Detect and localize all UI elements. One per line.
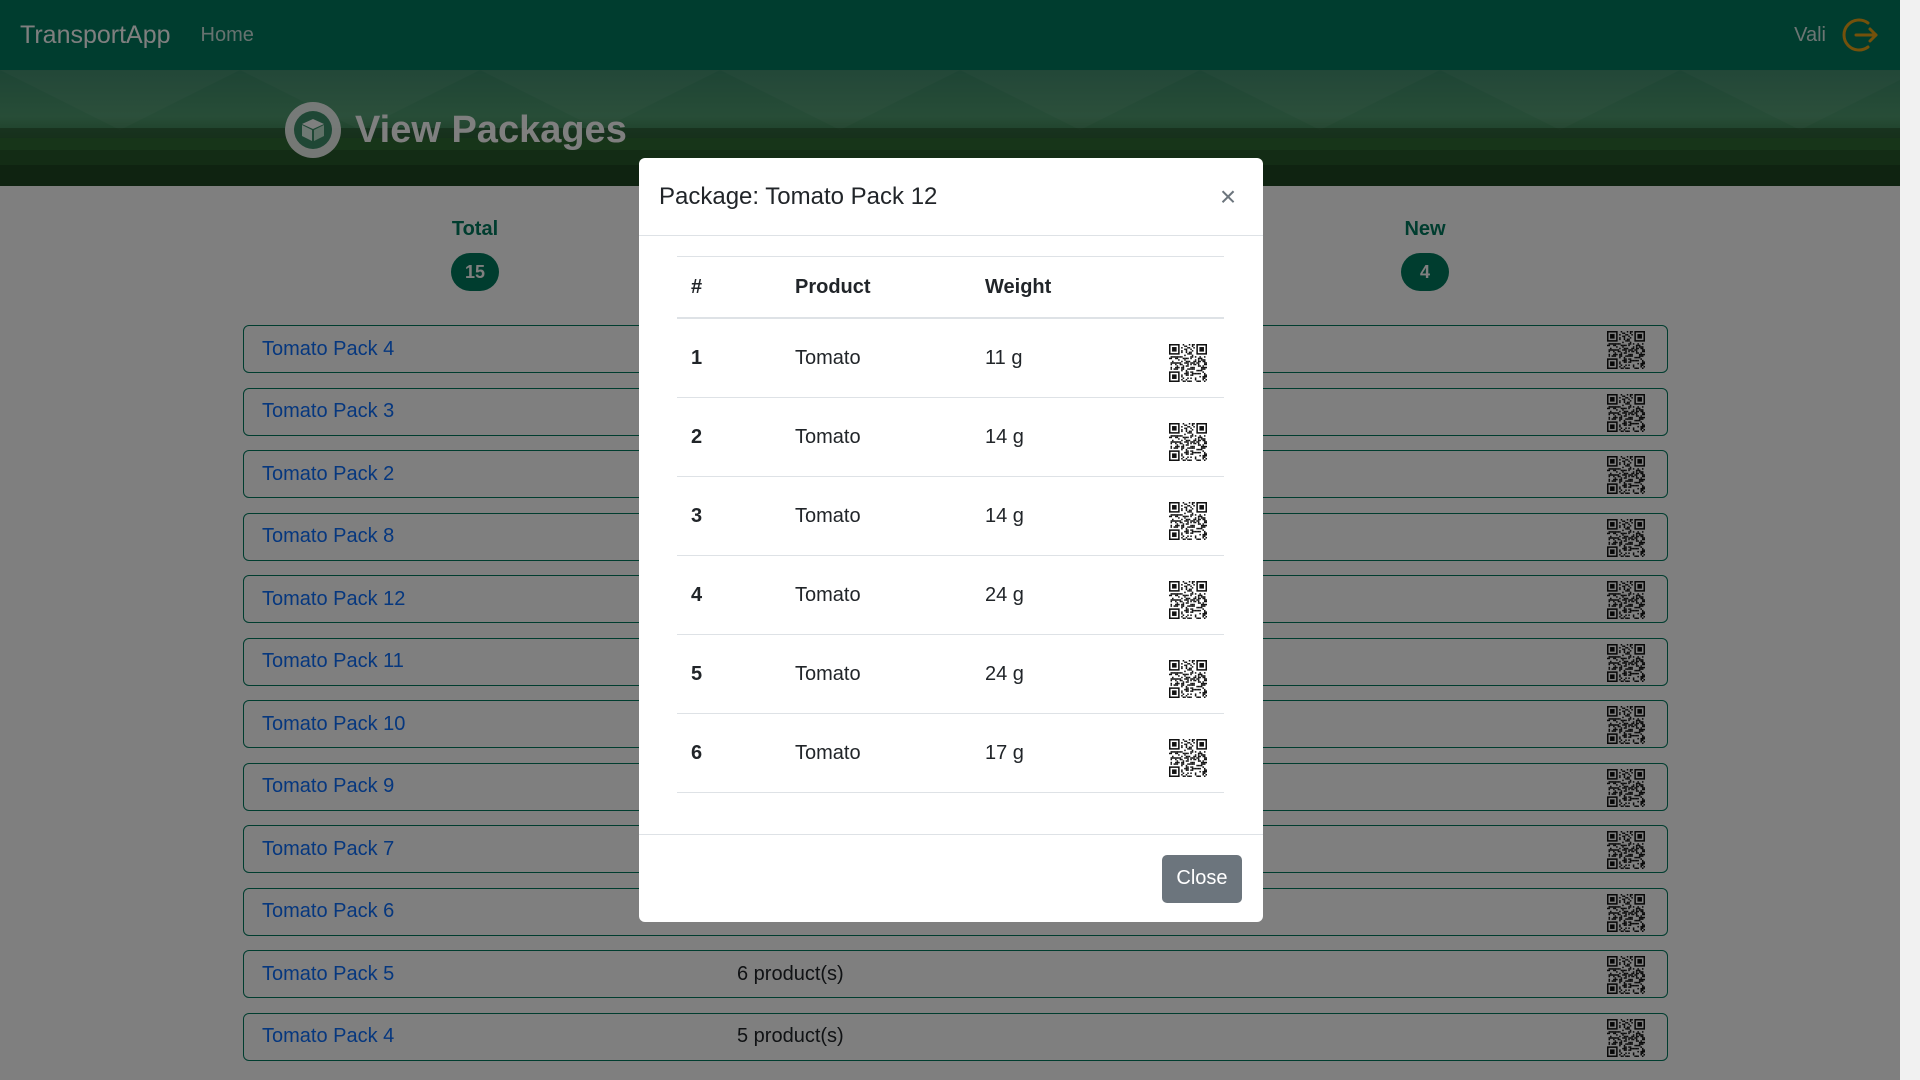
item-number: 6 <box>677 713 781 793</box>
item-number: 2 <box>677 397 781 477</box>
item-qr-cell <box>1155 555 1224 635</box>
modal-body: # Product Weight 1 Tomato 11 g 2 Tomato … <box>639 236 1263 836</box>
item-number: 3 <box>677 476 781 556</box>
table-row: 6 Tomato 17 g <box>677 713 1224 793</box>
table-header-row: # Product Weight <box>677 256 1224 319</box>
qr-code-icon[interactable] <box>1169 423 1207 461</box>
package-modal: Package: Tomato Pack 12 × # Product Weig… <box>639 158 1263 922</box>
qr-code-icon[interactable] <box>1169 739 1207 777</box>
column-header-qr <box>1155 256 1224 319</box>
table-row: 4 Tomato 24 g <box>677 555 1224 635</box>
scrollbar[interactable] <box>1900 0 1920 1080</box>
qr-code-icon[interactable] <box>1169 660 1207 698</box>
table-row: 5 Tomato 24 g <box>677 634 1224 714</box>
item-weight: 14 g <box>971 397 1155 477</box>
item-product: Tomato <box>781 318 971 398</box>
item-product: Tomato <box>781 476 971 556</box>
modal-footer: Close <box>639 834 1263 922</box>
item-product: Tomato <box>781 713 971 793</box>
package-items-table: # Product Weight 1 Tomato 11 g 2 Tomato … <box>677 256 1224 793</box>
close-icon[interactable]: × <box>1213 182 1243 212</box>
item-qr-cell <box>1155 318 1224 398</box>
column-header-product: Product <box>781 256 971 319</box>
column-header-number: # <box>677 256 781 319</box>
column-header-weight: Weight <box>971 256 1155 319</box>
item-weight: 24 g <box>971 634 1155 714</box>
item-number: 1 <box>677 318 781 398</box>
item-weight: 17 g <box>971 713 1155 793</box>
item-weight: 14 g <box>971 476 1155 556</box>
item-qr-cell <box>1155 634 1224 714</box>
table-row: 3 Tomato 14 g <box>677 476 1224 556</box>
close-button[interactable]: Close <box>1162 854 1242 903</box>
qr-code-icon[interactable] <box>1169 502 1207 540</box>
table-row: 2 Tomato 14 g <box>677 397 1224 477</box>
item-number: 4 <box>677 555 781 635</box>
qr-code-icon[interactable] <box>1169 344 1207 382</box>
table-row: 1 Tomato 11 g <box>677 318 1224 398</box>
item-qr-cell <box>1155 397 1224 477</box>
item-qr-cell <box>1155 713 1224 793</box>
modal-header: Package: Tomato Pack 12 × <box>639 158 1263 236</box>
item-weight: 11 g <box>971 318 1155 398</box>
item-weight: 24 g <box>971 555 1155 635</box>
item-qr-cell <box>1155 476 1224 556</box>
qr-code-icon[interactable] <box>1169 581 1207 619</box>
item-product: Tomato <box>781 397 971 477</box>
item-product: Tomato <box>781 634 971 714</box>
modal-title: Package: Tomato Pack 12 <box>659 182 938 210</box>
item-number: 5 <box>677 634 781 714</box>
page: TransportApp Home Vali <box>0 0 1900 1080</box>
item-product: Tomato <box>781 555 971 635</box>
